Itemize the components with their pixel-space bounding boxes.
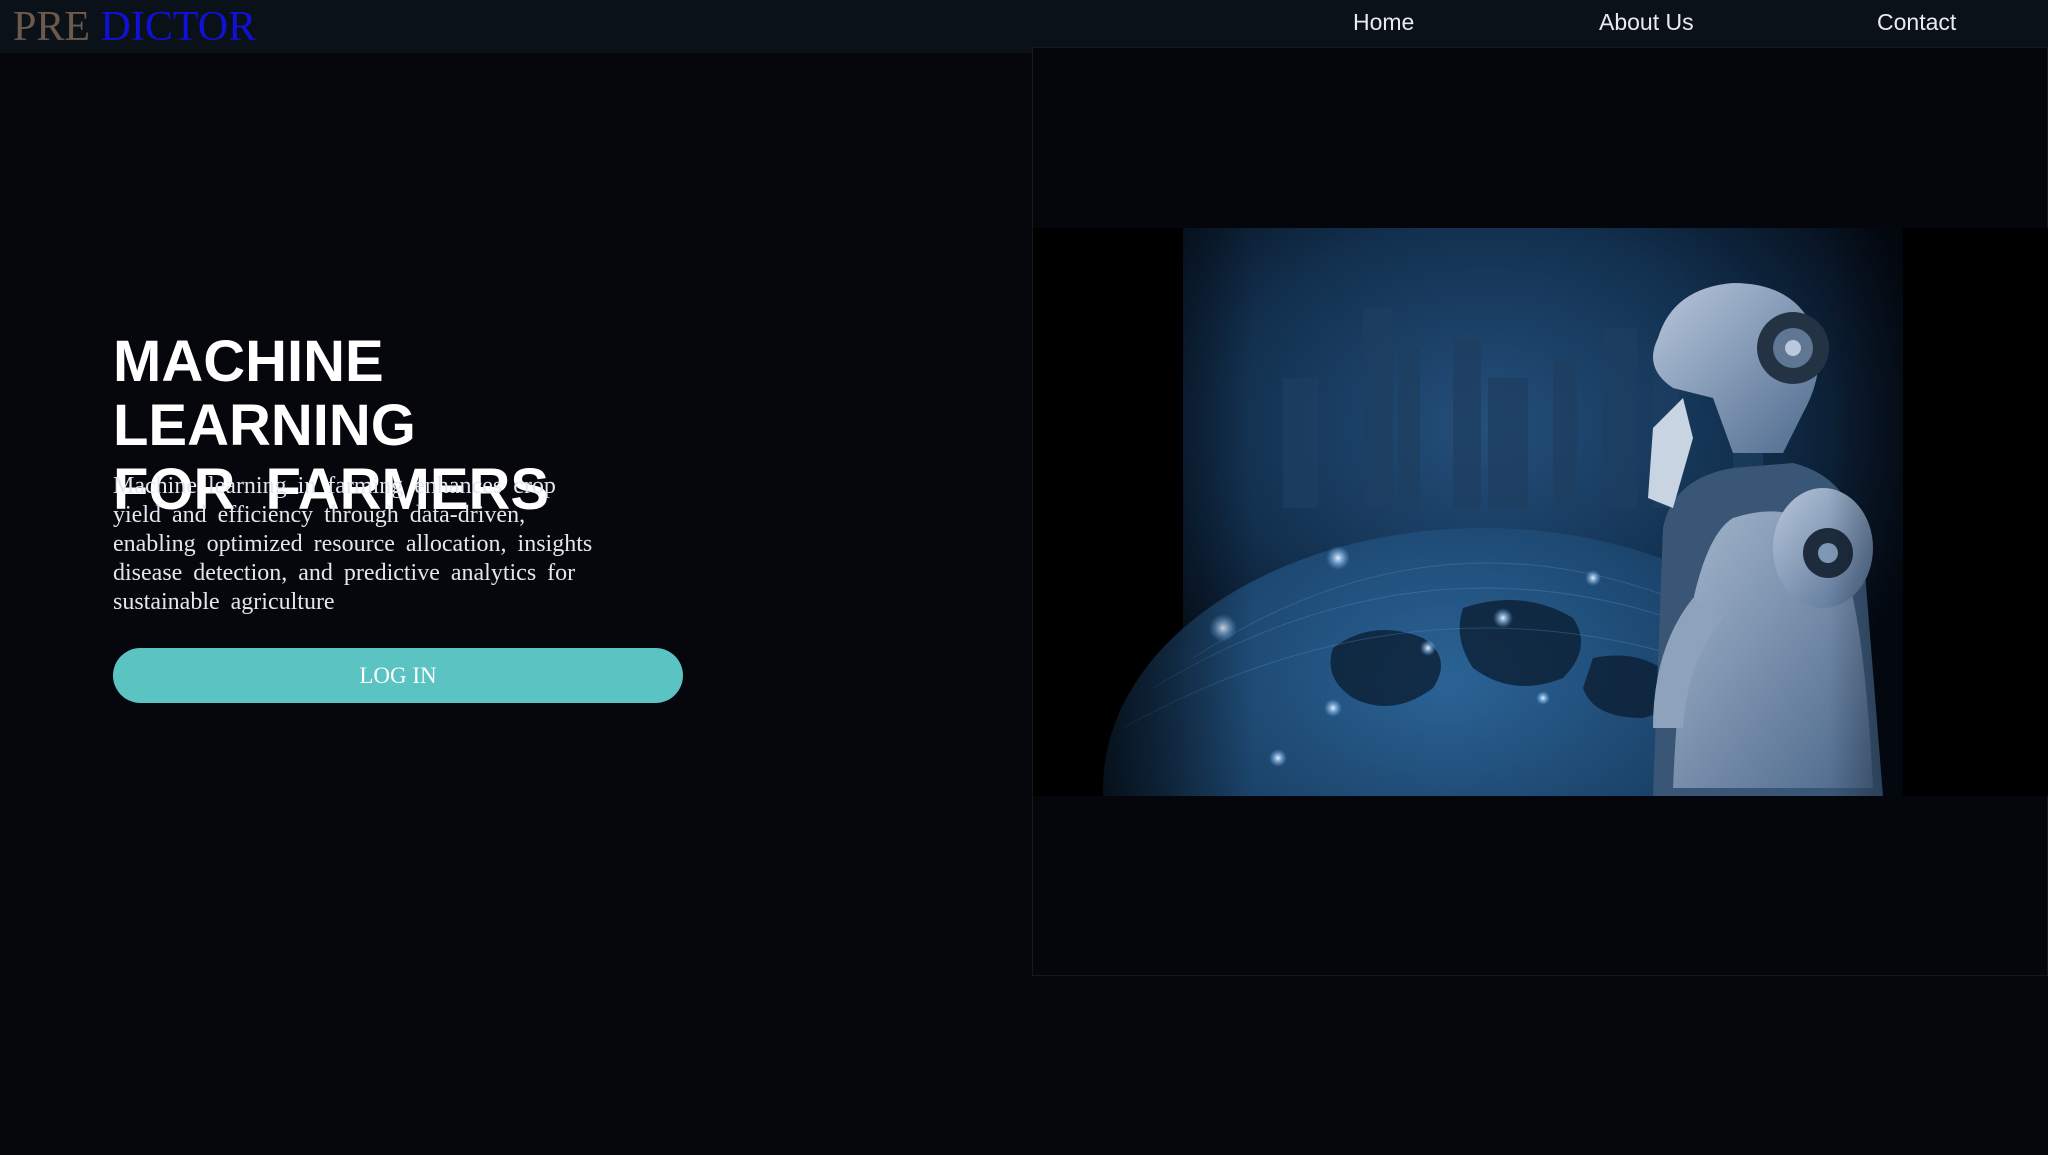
hero-robot-image xyxy=(1033,228,2048,796)
nav-link-home[interactable]: Home xyxy=(1353,8,1414,36)
top-navbar: PRE DICTOR Home About Us Contact xyxy=(0,0,2048,53)
brand-logo-dictor: DICTOR xyxy=(100,4,257,50)
hero-headline-line-1: MACHINE LEARNING xyxy=(113,329,416,458)
nav-link-contact[interactable]: Contact xyxy=(1877,8,1956,36)
brand-logo-pre: PRE xyxy=(13,4,91,50)
robot-globe-illustration xyxy=(1033,228,2048,796)
brand-logo[interactable]: PRE DICTOR xyxy=(13,2,256,52)
nav-link-about-us[interactable]: About Us xyxy=(1599,8,1694,36)
login-button[interactable]: LOG IN xyxy=(113,648,683,703)
hero-description: Machine learning in farming enhances cro… xyxy=(113,473,593,615)
